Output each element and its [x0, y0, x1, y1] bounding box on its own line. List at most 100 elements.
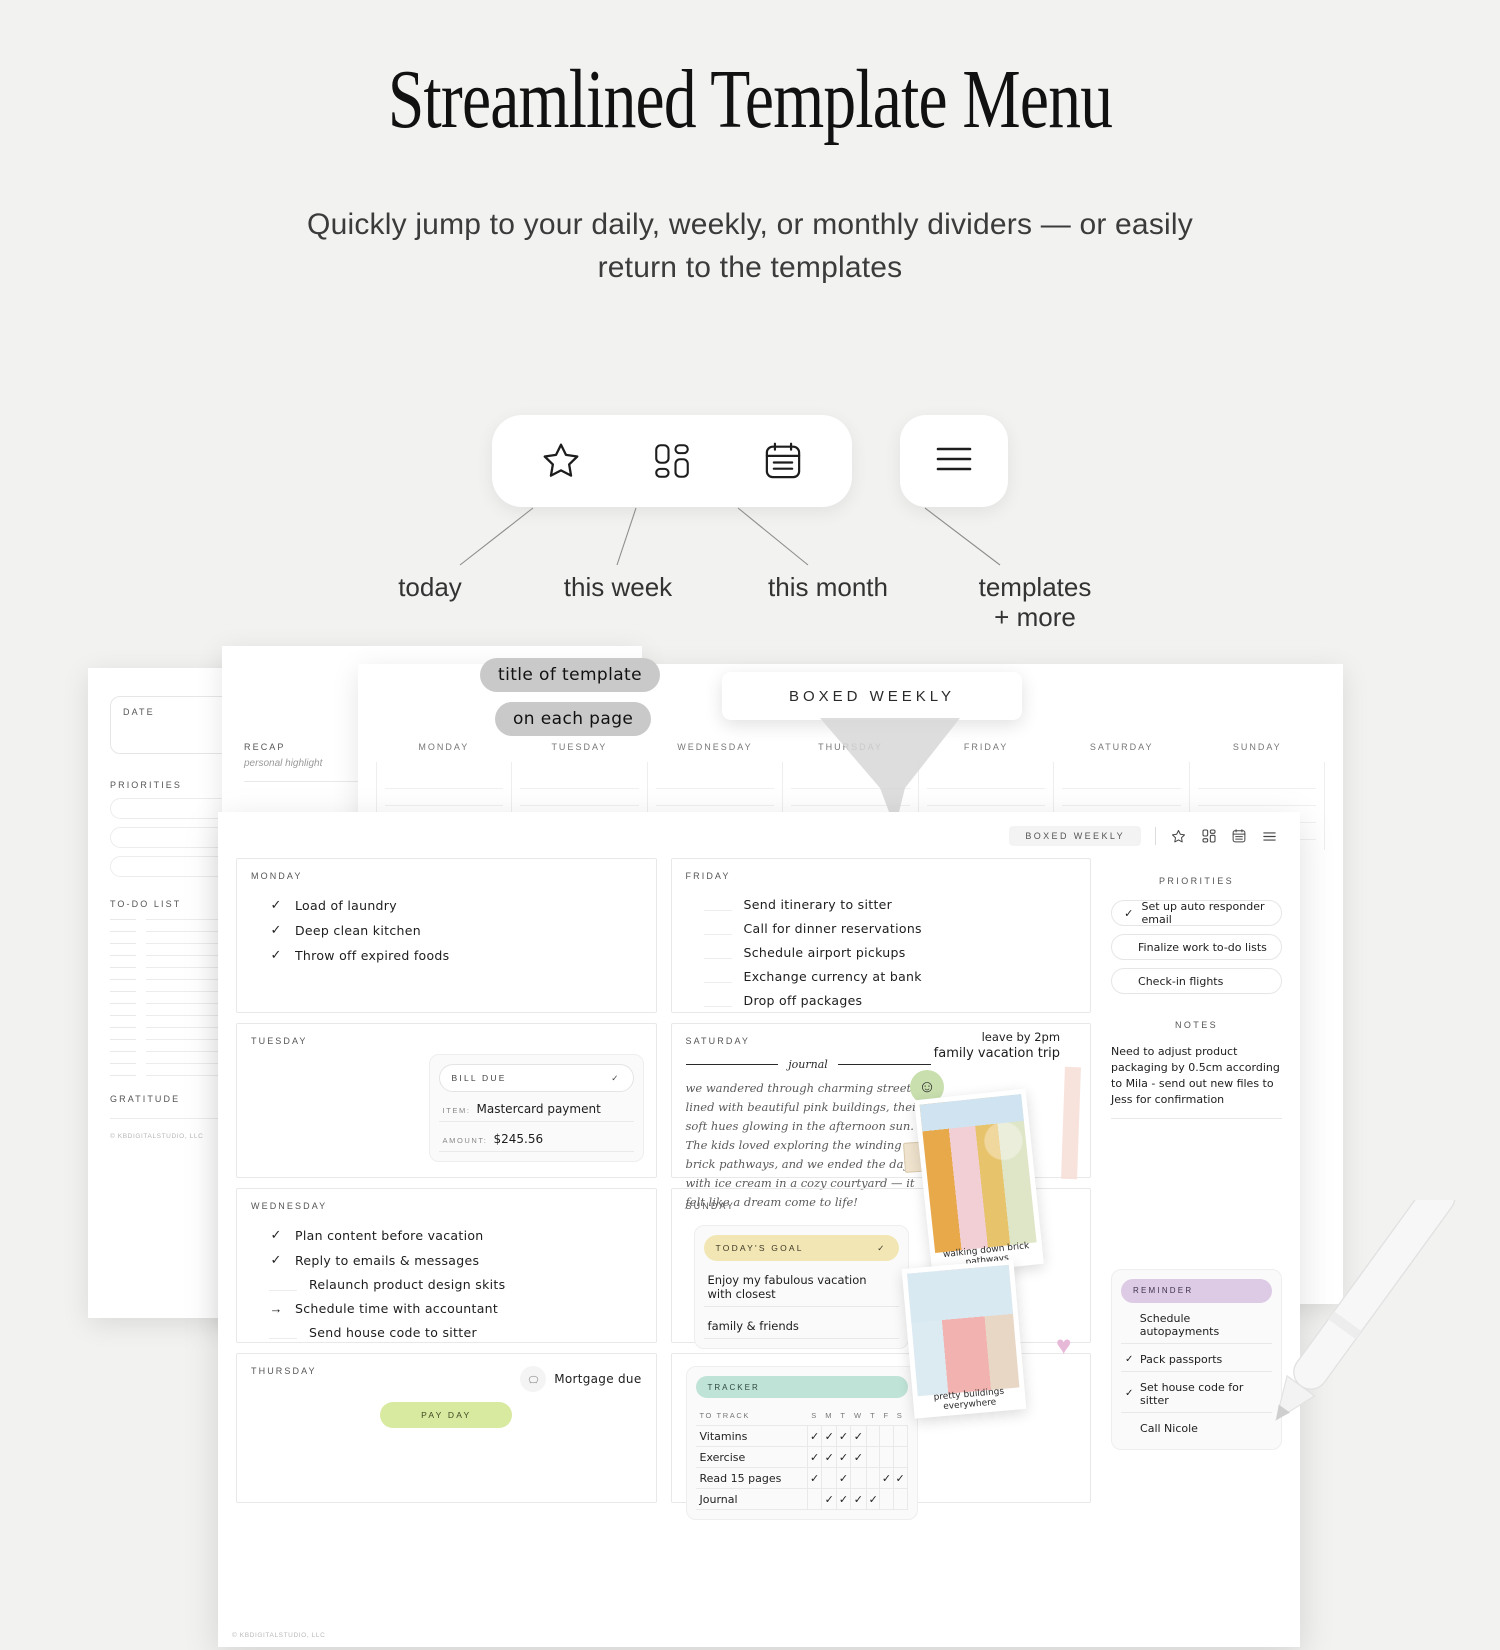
tracker-cell-empty[interactable] [807, 1488, 822, 1510]
check-icon[interactable]: ✓ [820, 1488, 838, 1510]
tracker-cell-empty[interactable] [879, 1425, 894, 1447]
tracker-cell-empty[interactable] [866, 1446, 881, 1468]
nav-pill-group [492, 415, 852, 507]
tracker-cell-empty[interactable] [892, 1446, 908, 1468]
check-icon[interactable]: ✓ [879, 1467, 894, 1489]
photo-sticker-brick-pathways[interactable]: walking down brick pathways [914, 1088, 1044, 1276]
reminder-header[interactable]: REMINDER [1121, 1278, 1272, 1303]
this-month-button[interactable] [746, 424, 820, 498]
empty-checkbox[interactable] [703, 970, 732, 983]
tracker-cell-empty[interactable] [879, 1446, 894, 1468]
tracker-cell-empty[interactable] [879, 1488, 894, 1510]
grid-blocks-icon[interactable] [1201, 828, 1217, 844]
priority-item[interactable]: ✓ Set up auto responder email [1111, 900, 1282, 926]
check-icon[interactable]: ✓ [836, 1446, 851, 1468]
tracker-cell-empty[interactable] [820, 1467, 838, 1489]
reminder-item[interactable]: ✓ Pack passports [1121, 1344, 1272, 1372]
day-block-friday[interactable]: FRIDAY Send itinerary to sitter Call for… [670, 858, 1092, 1013]
day-block-tuesday[interactable]: TUESDAY BILL DUE ✓ ITEM: Mastercard paym… [236, 1023, 657, 1178]
table-row[interactable]: Journal ✓ ✓ ✓ ✓ [695, 1488, 908, 1510]
mortgage-reminder[interactable]: Mortgage due [520, 1366, 641, 1392]
check-icon[interactable]: ✓ [1125, 1388, 1133, 1399]
check-icon[interactable]: ✓ [269, 897, 283, 913]
this-week-button[interactable] [635, 424, 709, 498]
check-icon[interactable]: ✓ [820, 1425, 838, 1447]
empty-checkbox[interactable] [703, 922, 732, 935]
day-block-thursday[interactable]: THURSDAY Mortgage due PAY DAY [236, 1353, 657, 1503]
goal-line-2[interactable]: family & friends [703, 1307, 899, 1339]
empty-checkbox[interactable] [703, 994, 732, 1007]
tracker-cell-empty[interactable] [866, 1467, 881, 1489]
check-icon[interactable]: ✓ [269, 1252, 283, 1268]
check-icon[interactable]: ✓ [1125, 1354, 1133, 1365]
today-button[interactable] [524, 424, 598, 498]
table-row[interactable]: Exercise ✓ ✓ ✓ ✓ [695, 1446, 908, 1468]
reminder-item[interactable]: Call Nicole [1121, 1413, 1272, 1440]
check-icon[interactable]: ✓ [820, 1446, 838, 1468]
check-icon[interactable]: ✓ [807, 1446, 822, 1468]
day-block-wednesday[interactable]: WEDNESDAY ✓ Plan content before vacation … [236, 1188, 657, 1343]
table-header-row: TO TRACK S M T W T F S [696, 1406, 908, 1426]
friday-todo-list[interactable]: Send itinerary to sitter Call for dinner… [703, 897, 1077, 1008]
table-row[interactable]: Vitamins ✓ ✓ ✓ ✓ [695, 1425, 908, 1447]
goal-line-1[interactable]: Enjoy my fabulous vacation with closest [703, 1261, 899, 1307]
check-icon[interactable]: ✓ [836, 1467, 851, 1489]
check-icon[interactable]: ✓ [269, 1227, 283, 1243]
tracker-table[interactable]: TO TRACK S M T W T F S Vitamins ✓ ✓ ✓ ✓ Exerc… [695, 1406, 908, 1510]
todays-goal-card[interactable]: TODAY'S GOAL ✓ Enjoy my fabulous vacatio… [693, 1225, 909, 1349]
reminder-card[interactable]: REMINDER Schedule autopayments ✓ Pack pa… [1111, 1268, 1282, 1450]
habit-tracker-card[interactable]: TRACKER TO TRACK S M T W T F S Vitamins … [685, 1366, 918, 1520]
page-template-chip[interactable]: BOXED WEEKLY [1009, 826, 1141, 846]
empty-checkbox[interactable] [269, 1326, 297, 1339]
bill-due-card[interactable]: BILL DUE ✓ ITEM: Mastercard payment AMOU… [428, 1054, 644, 1162]
reminder-item[interactable]: Schedule autopayments [1121, 1303, 1272, 1344]
tracker-cell-empty[interactable] [866, 1425, 881, 1447]
check-icon[interactable]: ✓ [269, 922, 283, 938]
check-icon[interactable]: ✓ [849, 1488, 868, 1510]
check-icon[interactable]: ✓ [877, 1243, 886, 1254]
empty-checkbox[interactable] [703, 946, 732, 959]
list-item: Exchange currency at bank [703, 969, 1077, 984]
weekly-template-page-foreground[interactable]: BOXED WEEKLY MONDAY ✓ Load of laundry ✓ … [218, 812, 1300, 1647]
reminder-item[interactable]: ✓ Set house code for sitter [1121, 1372, 1272, 1413]
hamburger-menu-icon[interactable] [1261, 828, 1278, 845]
pay-day-badge[interactable]: PAY DAY [380, 1402, 513, 1428]
priority-item[interactable]: Finalize work to-do lists [1111, 934, 1282, 960]
star-icon[interactable] [1170, 828, 1187, 845]
empty-checkbox[interactable] [703, 898, 732, 911]
bill-amount-row[interactable]: AMOUNT: $245.56 [438, 1122, 634, 1152]
check-icon[interactable]: ✓ [807, 1425, 822, 1447]
monday-todo-list[interactable]: ✓ Load of laundry ✓ Deep clean kitchen ✓ Th… [269, 897, 642, 963]
photo-sticker-pretty-buildings[interactable]: pretty buildings everywhere [901, 1259, 1027, 1419]
check-icon[interactable]: ✓ [849, 1446, 868, 1468]
notes-text[interactable]: Need to adjust product packaging by 0.5c… [1111, 1044, 1282, 1108]
check-icon[interactable]: ✓ [269, 947, 283, 963]
table-row[interactable]: Read 15 pages ✓ ✓ ✓ ✓ [695, 1467, 908, 1489]
check-icon[interactable]: ✓ [1123, 907, 1134, 920]
tracker-cell-empty[interactable] [892, 1488, 908, 1510]
check-icon[interactable]: ✓ [611, 1073, 620, 1084]
day-block-tracker[interactable]: TRACKER TO TRACK S M T W T F S Vitamins … [670, 1353, 1092, 1520]
tracker-header[interactable]: TRACKER [695, 1376, 908, 1398]
calendar-icon[interactable] [1231, 828, 1247, 844]
arrow-forward-icon[interactable]: → [269, 1301, 283, 1316]
tracker-cell-empty[interactable] [892, 1425, 908, 1447]
tracker-cell-empty[interactable] [849, 1467, 868, 1489]
check-icon[interactable]: ✓ [866, 1488, 881, 1510]
bill-item-row[interactable]: ITEM: Mastercard payment [438, 1092, 634, 1122]
check-icon[interactable]: ✓ [807, 1467, 822, 1489]
check-icon[interactable]: ✓ [849, 1425, 868, 1447]
empty-checkbox[interactable] [269, 1278, 297, 1291]
tracker-rows: Vitamins ✓ ✓ ✓ ✓ Exercise ✓ ✓ ✓ ✓ Read 15 pages ✓ ✓ ✓… [695, 1425, 908, 1510]
check-icon[interactable]: ✓ [836, 1488, 851, 1510]
list-item: Call for dinner reservations [703, 921, 1077, 936]
check-icon[interactable]: ✓ [836, 1425, 851, 1447]
templates-more-button[interactable] [900, 415, 1008, 507]
todo-text: Schedule airport pickups [743, 945, 906, 960]
day-block-monday[interactable]: MONDAY ✓ Load of laundry ✓ Deep clean kitc… [236, 858, 657, 1013]
check-icon[interactable]: ✓ [892, 1467, 908, 1489]
bill-due-header[interactable]: BILL DUE ✓ [438, 1064, 634, 1092]
todays-goal-header[interactable]: TODAY'S GOAL ✓ [703, 1235, 899, 1261]
wednesday-todo-list[interactable]: ✓ Plan content before vacation ✓ Reply to … [269, 1227, 642, 1340]
priority-item[interactable]: Check-in flights [1111, 968, 1282, 994]
